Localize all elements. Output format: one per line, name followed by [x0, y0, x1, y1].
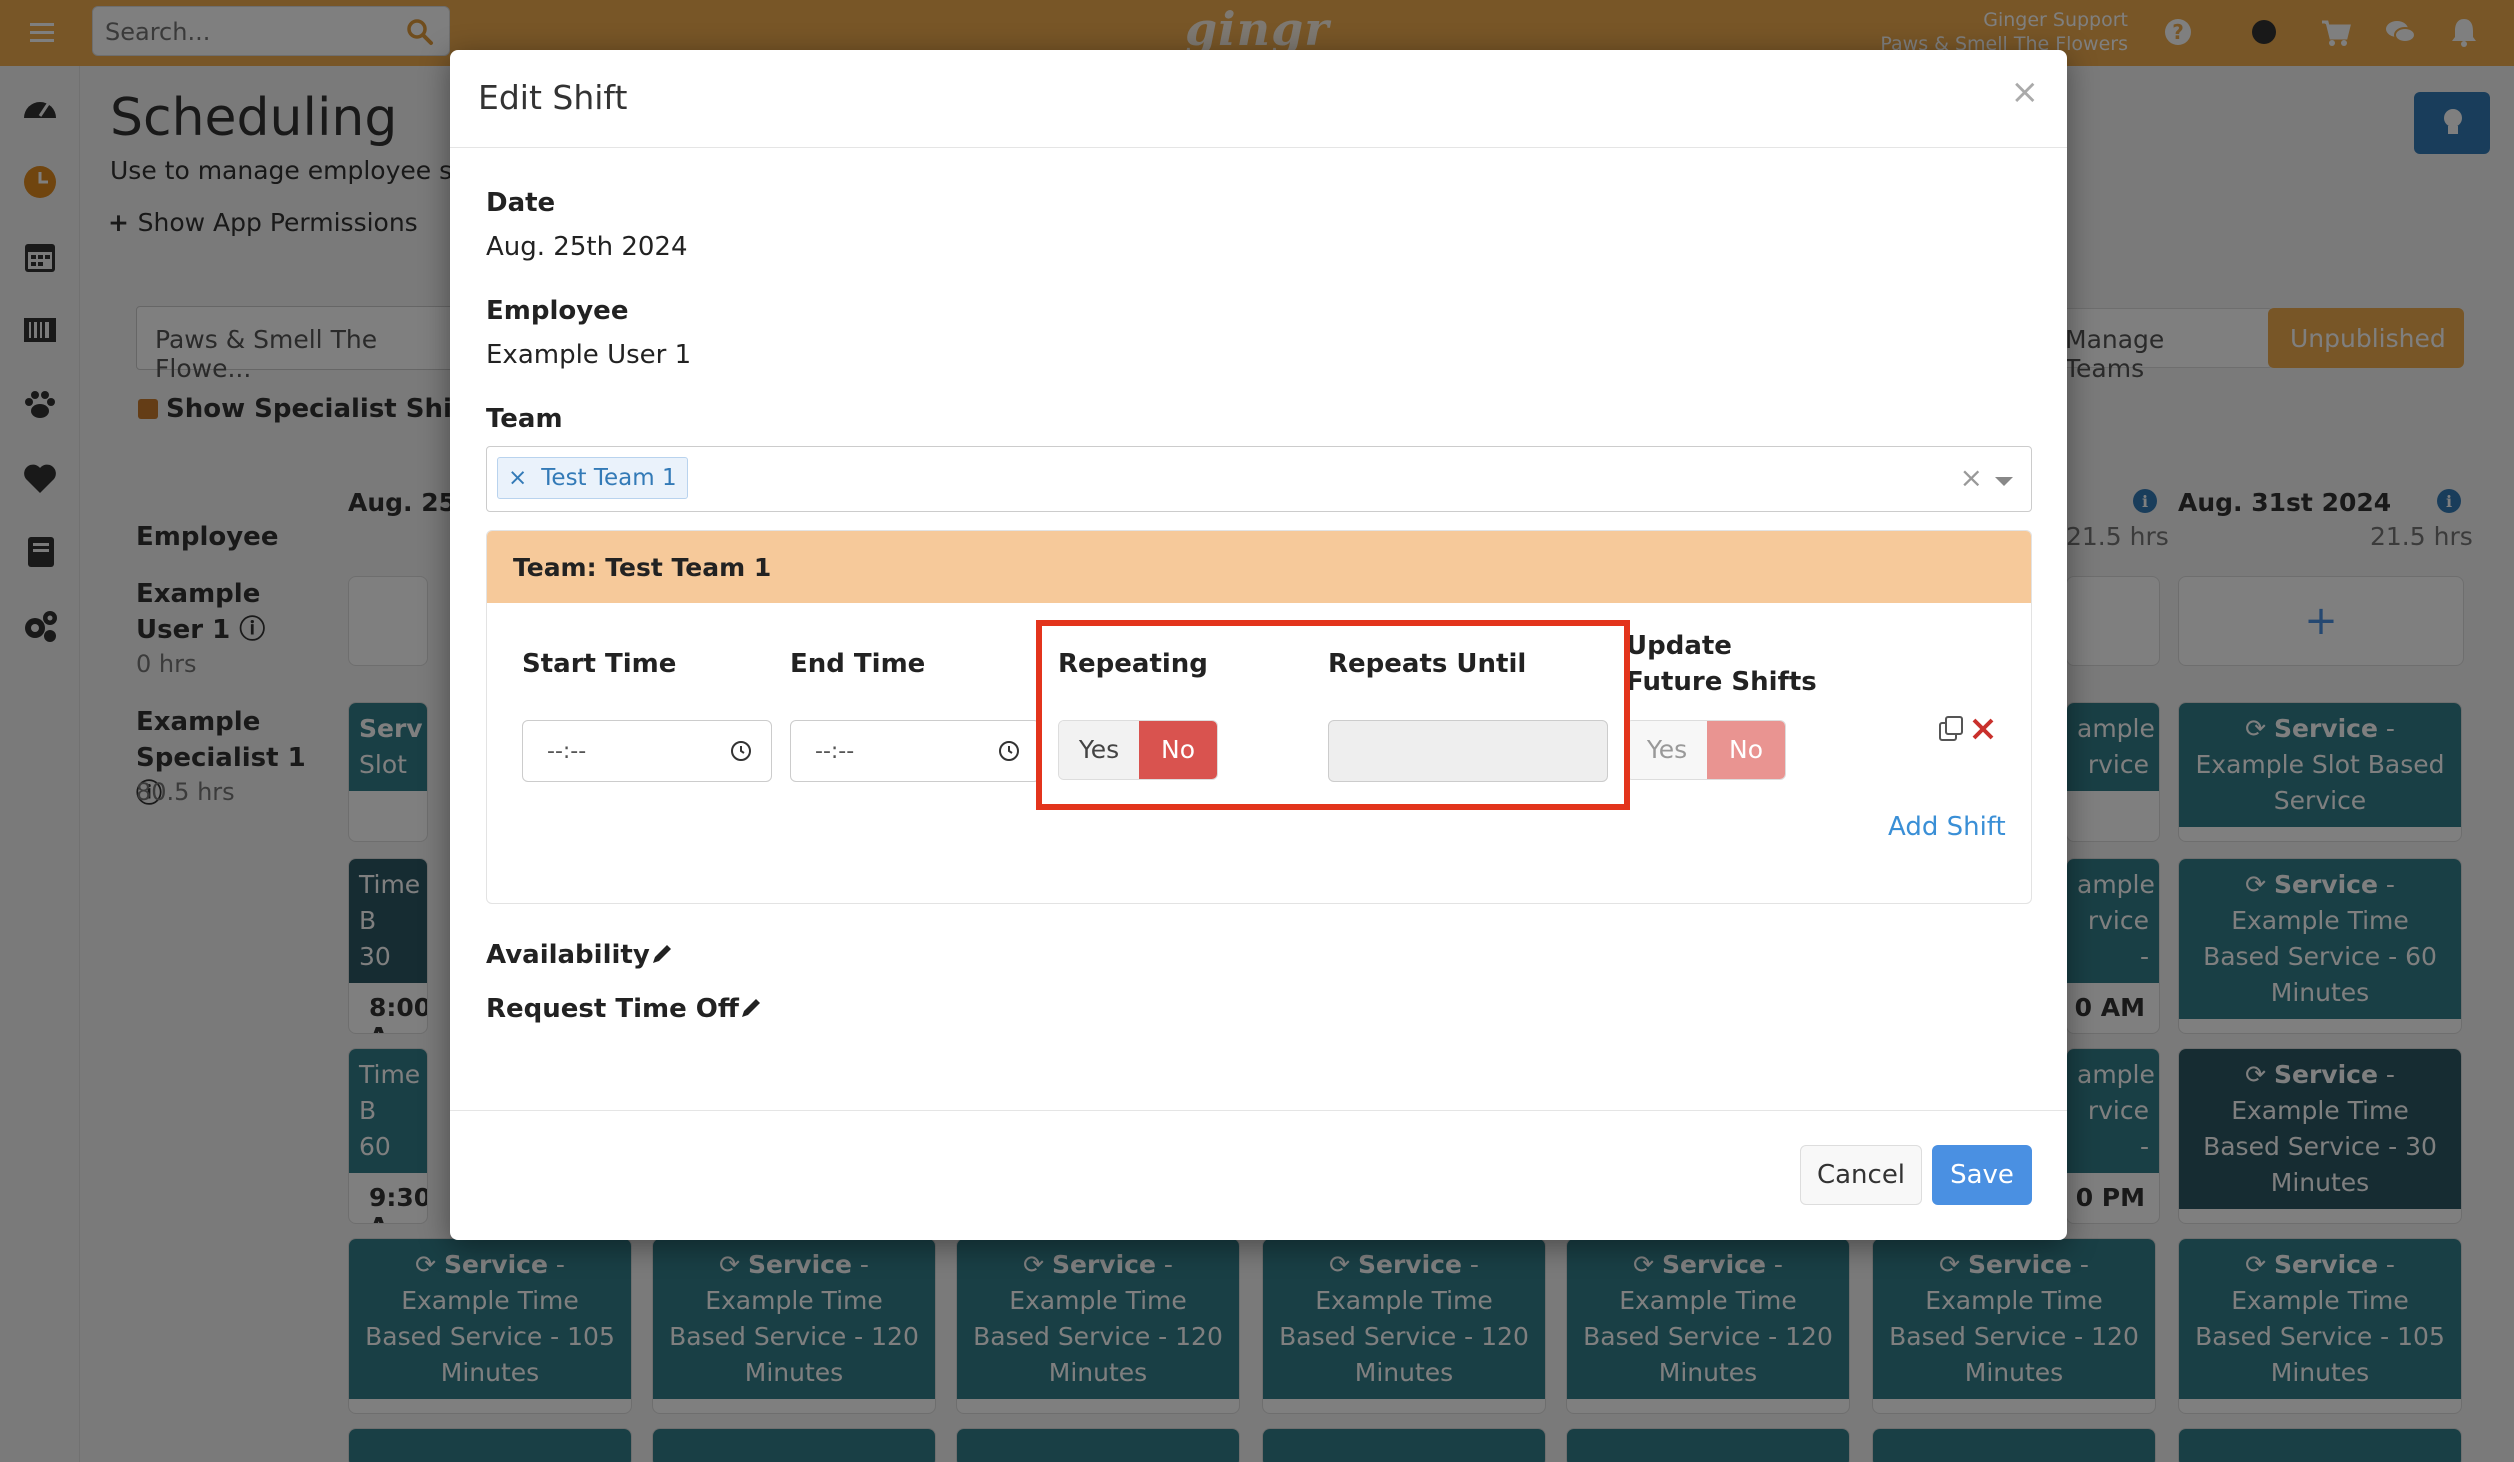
- date-label: Date: [486, 188, 556, 218]
- close-icon[interactable]: ×: [2011, 72, 2040, 112]
- pencil-icon[interactable]: [739, 996, 763, 1020]
- team-tag: × Test Team 1: [497, 457, 688, 499]
- end-time-label: End Time: [790, 649, 926, 679]
- update-future-shifts-label: Update Future Shifts: [1626, 631, 1817, 697]
- highlight-box: [1036, 620, 1630, 810]
- save-button[interactable]: Save: [1932, 1145, 2032, 1205]
- team-select[interactable]: × Test Team 1 ×: [486, 446, 2032, 512]
- time-placeholder: --:--: [547, 739, 587, 764]
- end-time-input[interactable]: --:--: [790, 720, 1040, 782]
- modal-header: Edit Shift ×: [450, 50, 2067, 148]
- time-placeholder: --:--: [815, 739, 855, 764]
- cancel-button[interactable]: Cancel: [1800, 1145, 1922, 1205]
- team-tag-label: Test Team 1: [541, 465, 677, 491]
- update-future-no-button[interactable]: No: [1707, 721, 1785, 779]
- availability-row[interactable]: Availability: [486, 940, 674, 970]
- remove-tag-icon[interactable]: ×: [508, 465, 527, 491]
- clock-icon[interactable]: [729, 739, 753, 763]
- chevron-down-icon[interactable]: [1995, 477, 2013, 486]
- date-value: Aug. 25th 2024: [486, 232, 688, 262]
- employee-label: Employee: [486, 296, 629, 326]
- modal-title: Edit Shift: [478, 78, 628, 117]
- add-shift-link[interactable]: Add Shift: [1888, 812, 2006, 842]
- copy-icon[interactable]: [1936, 714, 1966, 744]
- request-time-off-label: Request Time Off: [486, 994, 739, 1024]
- start-time-input[interactable]: --:--: [522, 720, 772, 782]
- employee-value: Example User 1: [486, 340, 692, 370]
- delete-icon[interactable]: [1970, 716, 1996, 742]
- request-time-off-row[interactable]: Request Time Off: [486, 994, 763, 1024]
- clear-selection-icon[interactable]: ×: [1960, 461, 1983, 494]
- start-time-label: Start Time: [522, 649, 677, 679]
- pencil-icon[interactable]: [650, 942, 674, 966]
- clock-icon[interactable]: [997, 739, 1021, 763]
- update-future-toggle: Yes No: [1626, 720, 1786, 780]
- team-label: Team: [486, 404, 563, 434]
- team-panel-title: Team: Test Team 1: [487, 531, 2031, 603]
- update-future-yes-button[interactable]: Yes: [1627, 721, 1707, 779]
- availability-label: Availability: [486, 940, 650, 970]
- modal-footer: Cancel Save: [450, 1110, 2067, 1240]
